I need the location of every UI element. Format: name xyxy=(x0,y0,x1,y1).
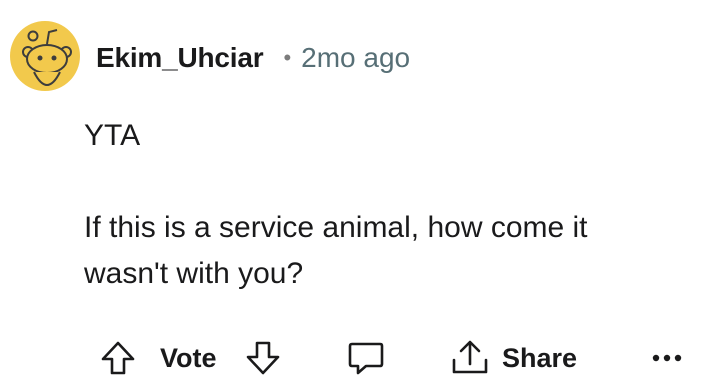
upvote-button[interactable] xyxy=(98,330,138,386)
share-button[interactable]: Share xyxy=(448,330,577,386)
paragraph-break xyxy=(84,159,704,205)
vote-label: Vote xyxy=(160,330,217,386)
downvote-button[interactable] xyxy=(243,330,283,386)
vote-text: Vote xyxy=(160,342,217,373)
comment-header: Ekim_Uhciar • 2mo ago xyxy=(96,38,410,78)
speech-bubble-icon xyxy=(348,342,384,375)
meta-separator: • xyxy=(283,45,292,70)
arrow-up-outline-icon xyxy=(101,341,135,375)
more-options-button[interactable] xyxy=(650,330,684,386)
share-upload-icon xyxy=(452,340,488,374)
comment-line: wasn't with you? xyxy=(84,257,304,290)
username[interactable]: Ekim_Uhciar xyxy=(96,42,264,74)
comment-actions: Vote Share xyxy=(0,330,709,386)
arrow-down-outline-icon xyxy=(246,341,280,375)
reply-button[interactable] xyxy=(344,330,388,386)
comment: Ekim_Uhciar • 2mo ago YTA If this is a s… xyxy=(0,0,709,389)
comment-body: YTA If this is a service animal, how com… xyxy=(84,113,704,297)
timestamp[interactable]: 2mo ago xyxy=(301,42,410,74)
comment-line: If this is a service animal, how come it xyxy=(84,211,588,244)
more-horizontal-icon xyxy=(652,354,682,362)
avatar[interactable] xyxy=(10,14,80,98)
snoo-avatar-icon xyxy=(10,21,80,91)
comment-line: YTA xyxy=(84,119,141,152)
share-label: Share xyxy=(502,342,578,373)
